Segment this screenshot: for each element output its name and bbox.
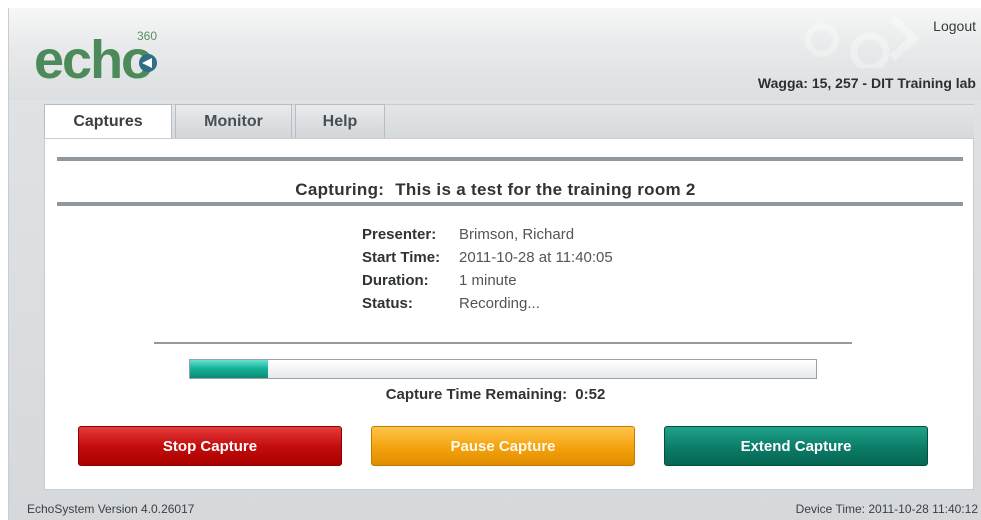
detail-duration: Duration: 1 minute xyxy=(362,269,613,292)
detail-value: Brimson, Richard xyxy=(459,226,575,243)
capture-progress-bar xyxy=(189,359,817,379)
app-window: echo 360 Logout Wagga: 15, 257 - DIT Tra… xyxy=(8,8,981,520)
decorative-watermark xyxy=(805,15,920,68)
stop-capture-button[interactable]: Stop Capture xyxy=(78,426,342,466)
detail-value: 2011-10-28 at 11:40:05 xyxy=(459,249,613,266)
detail-value: Recording... xyxy=(459,295,540,312)
detail-value: 1 minute xyxy=(459,272,517,289)
location-label: Wagga: 15, 257 - DIT Training lab xyxy=(757,75,976,91)
remaining-label: Capture Time Remaining: xyxy=(385,386,568,403)
detail-label: Presenter: xyxy=(362,226,437,243)
detail-start-time: Start Time: 2011-10-28 at 11:40:05 xyxy=(362,246,613,269)
remaining-value: 0:52 xyxy=(575,386,606,403)
detail-label: Status: xyxy=(362,295,413,312)
detail-status: Status: Recording... xyxy=(362,292,613,315)
capture-title-prefix: Capturing: xyxy=(295,180,385,199)
logo-text: echo xyxy=(34,30,152,88)
tab-captures[interactable]: Captures xyxy=(44,104,172,139)
title-bottom-rule xyxy=(57,202,963,206)
detail-label: Start Time: xyxy=(362,249,441,266)
footer: EchoSystem Version 4.0.26017 Device Time… xyxy=(9,496,981,520)
capture-time-remaining: Capture Time Remaining: 0:52 xyxy=(9,386,981,403)
title-top-rule xyxy=(57,157,963,161)
capture-title: Capturing: This is a test for the traini… xyxy=(9,180,981,200)
device-time-text: Device Time: 2011-10-28 11:40:12 xyxy=(795,502,978,516)
detail-presenter: Presenter: Brimson, Richard xyxy=(362,223,613,246)
capture-title-text: This is a test for the training room 2 xyxy=(395,180,696,199)
header: echo 360 Logout Wagga: 15, 257 - DIT Tra… xyxy=(9,8,981,100)
divider xyxy=(154,342,852,344)
logout-link[interactable]: Logout xyxy=(933,18,976,34)
logo-superscript: 360 xyxy=(137,29,157,43)
detail-label: Duration: xyxy=(362,272,429,289)
pause-capture-button[interactable]: Pause Capture xyxy=(371,426,635,466)
extend-capture-button[interactable]: Extend Capture xyxy=(664,426,928,466)
capture-progress-fill xyxy=(190,360,269,378)
capture-details: Presenter: Brimson, Richard Start Time: … xyxy=(362,223,613,315)
tab-help[interactable]: Help xyxy=(295,104,385,138)
tab-monitor[interactable]: Monitor xyxy=(175,104,292,138)
version-text: EchoSystem Version 4.0.26017 xyxy=(27,502,195,516)
echo360-logo: echo 360 xyxy=(34,29,157,88)
